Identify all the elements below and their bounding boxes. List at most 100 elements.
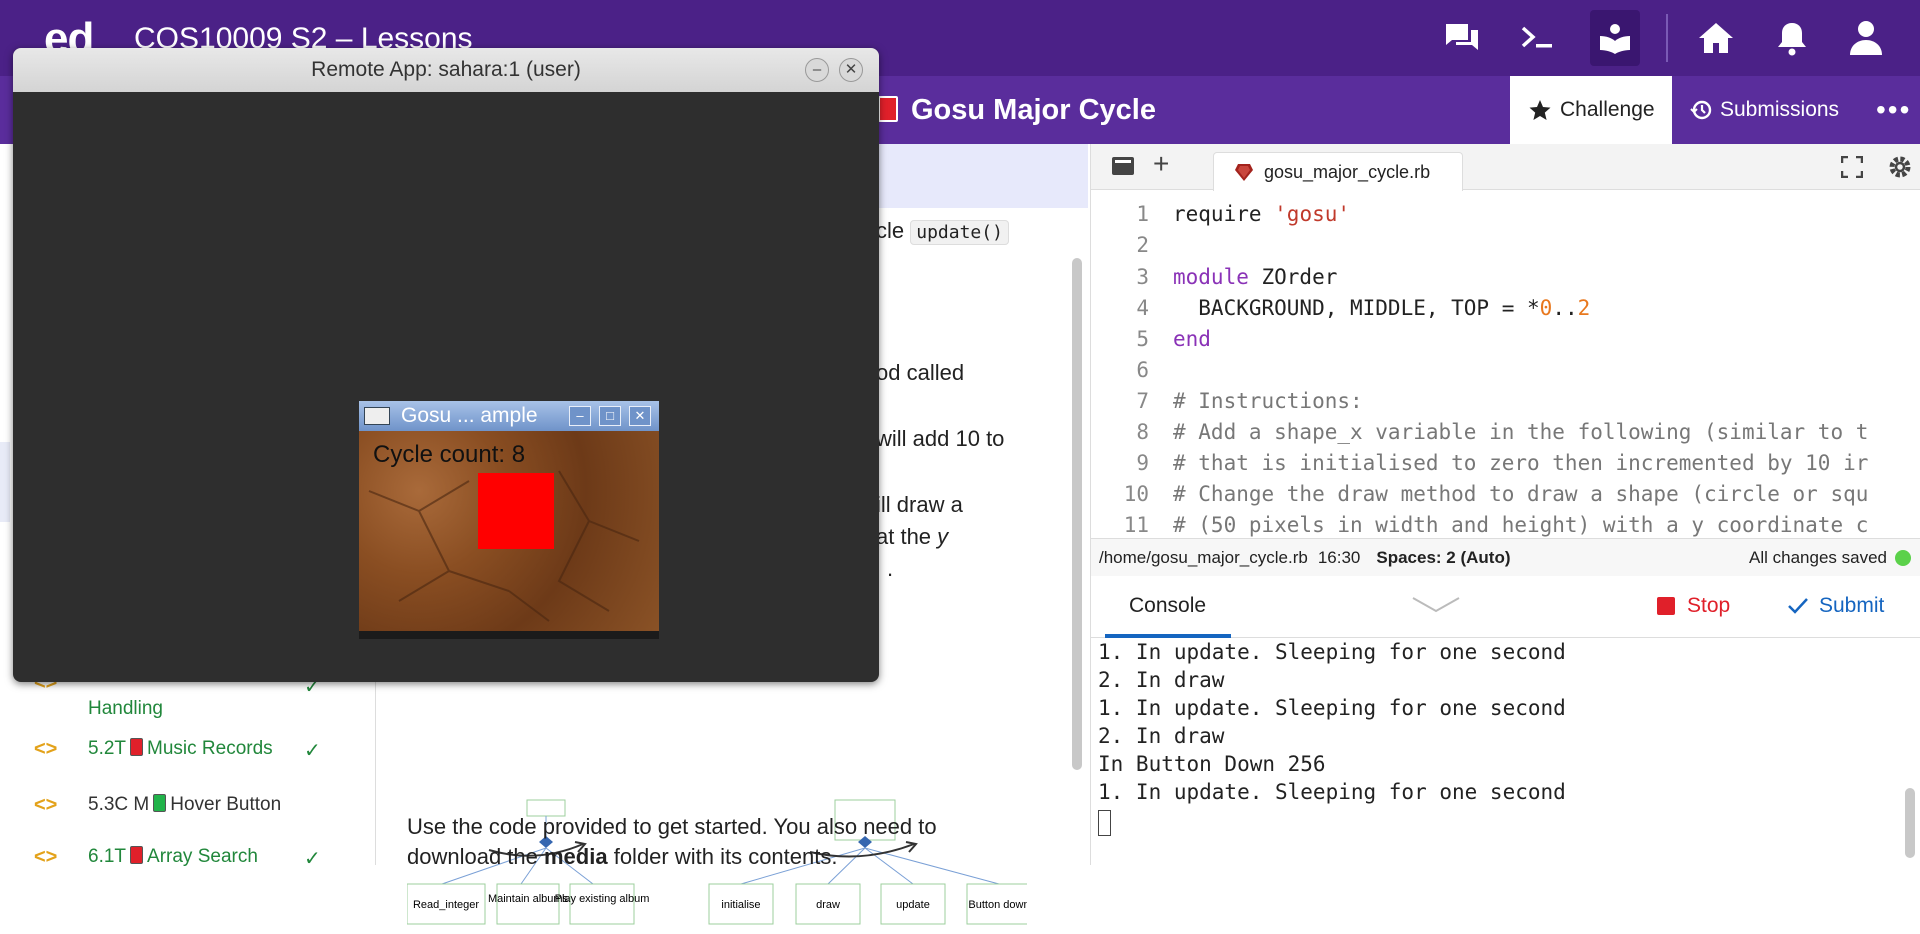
line-number: 5	[1136, 327, 1149, 351]
sidebar-item-array-search[interactable]: <> 6.1T Array Search ✓	[0, 846, 376, 876]
content-text-3: ill draw a	[876, 492, 963, 517]
check-icon: ✓	[304, 740, 321, 762]
sidebar-toggle-icon[interactable]	[1111, 156, 1135, 176]
console-scrollbar[interactable]	[1905, 788, 1915, 858]
line-number: 6	[1136, 358, 1149, 382]
home-icon[interactable]	[1694, 16, 1738, 60]
console-output[interactable]: 1. In update. Sleeping for one second 2.…	[1091, 638, 1920, 865]
sidebar-item-handling[interactable]: <> Handling ✓	[0, 672, 376, 734]
structure-diagram: Read_integer Maintain albums Play existi…	[407, 799, 1027, 925]
line-number: 4	[1136, 296, 1149, 320]
diagram-label: update	[896, 899, 930, 911]
bell-icon[interactable]	[1770, 16, 1814, 60]
red-square	[478, 473, 554, 549]
gear-icon[interactable]	[1887, 154, 1913, 180]
gosu-titlebar[interactable]: Gosu ... ample – □ ✕	[359, 401, 659, 431]
chevron-down-icon[interactable]	[1411, 596, 1461, 614]
diagram-label: Read_integer	[413, 899, 479, 911]
sidebar-highlight	[0, 442, 10, 522]
sidebar-item-text: 5.3C M Hover Button	[88, 794, 281, 816]
content-paragraph-1: Use the code provided to get started. Yo…	[407, 814, 937, 839]
content-text-4a: at the	[876, 524, 938, 549]
remote-app-title: Remote App: sahara:1 (user)	[311, 58, 581, 81]
console-line: 1. In update. Sleeping for one second	[1098, 640, 1566, 664]
media-folder-name: media	[544, 844, 608, 865]
editor-statusbar: /home/gosu_major_cycle.rb 16:30 Spaces: …	[1091, 538, 1920, 576]
close-button[interactable]: ✕	[629, 406, 651, 426]
editor-panel: + gosu_major_cycle.rb 1 require 'gosu' 2 …	[1090, 144, 1920, 865]
line-number: 1	[1136, 202, 1149, 226]
gosu-window: Gosu ... ample – □ ✕ Cycle count: 8	[359, 401, 659, 639]
file-tab-name: gosu_major_cycle.rb	[1264, 161, 1431, 182]
code-text: BACKGROUND, MIDDLE, TOP = *0..2	[1173, 296, 1591, 320]
submit-button[interactable]: Submit	[1787, 594, 1884, 618]
code-text: # Change the draw method to draw a shape…	[1173, 482, 1869, 506]
line-number: 9	[1136, 451, 1149, 475]
red-book-icon	[130, 846, 144, 864]
code-text: # that is initialised to zero then incre…	[1173, 451, 1869, 475]
submit-label: Submit	[1819, 594, 1885, 617]
content-text-4b: y	[937, 524, 949, 549]
tab-submissions-label: Submissions	[1720, 98, 1840, 121]
console-line: 2. In draw	[1098, 668, 1225, 692]
remote-app-titlebar[interactable]: Remote App: sahara:1 (user) – ✕	[13, 48, 879, 92]
line-number: 2	[1136, 233, 1149, 257]
more-options-button[interactable]: •••	[1876, 94, 1911, 126]
sidebar-item-hover-button[interactable]: <> 5.3C M Hover Button	[0, 794, 376, 830]
sidebar-item-label: Handling	[88, 698, 163, 719]
sidebar-item-label: Music Records	[147, 738, 273, 759]
terminal-icon[interactable]	[1516, 16, 1560, 60]
code-text: # Add a shape_x variable in the followin…	[1173, 420, 1869, 444]
stop-icon	[1657, 597, 1675, 615]
content-paragraph-2: download the media folder with its conte…	[407, 844, 837, 865]
sidebar-item-music-records[interactable]: <> 5.2T Music Records ✓	[0, 738, 376, 774]
diagram-label: Play existing album	[555, 893, 650, 905]
fullscreen-icon[interactable]	[1841, 156, 1863, 178]
tab-challenge[interactable]: Challenge	[1510, 76, 1672, 144]
editor-tabbar: + gosu_major_cycle.rb	[1091, 144, 1920, 191]
indent-setting[interactable]: Spaces: 2 (Auto)	[1376, 548, 1510, 568]
discussion-icon[interactable]	[1440, 16, 1484, 60]
content-scrollbar[interactable]	[1072, 258, 1082, 770]
close-button[interactable]: ✕	[839, 58, 863, 82]
sidebar-item-code: 5.2T	[88, 738, 127, 759]
content-text-cycle: cle update()	[876, 218, 1009, 245]
console-line: 1. In update. Sleeping for one second	[1098, 780, 1566, 804]
sidebar-item-text: 5.2T Music Records	[88, 738, 273, 760]
para2-text: download the	[407, 844, 544, 865]
gosu-window-title: Gosu ... ample	[401, 404, 538, 427]
cycle-count-label: Cycle count: 8	[373, 441, 526, 468]
lessons-icon[interactable]	[1590, 10, 1640, 66]
line-number: 3	[1136, 265, 1149, 289]
code-text: require 'gosu'	[1173, 202, 1351, 226]
maximize-button[interactable]: □	[599, 406, 621, 426]
window-icon	[364, 407, 390, 425]
sidebar-item-code: 5.3C M	[88, 794, 150, 815]
gosu-canvas[interactable]: Cycle count: 8	[359, 431, 659, 631]
checkmark-icon	[1788, 598, 1808, 614]
red-book-icon	[878, 96, 898, 122]
code-editor[interactable]: 1 require 'gosu' 2 3 module ZOrder 4 BACKG…	[1091, 192, 1920, 586]
code-text: # (50 pixels in width and height) with a…	[1173, 513, 1869, 537]
code-text: # Instructions:	[1173, 389, 1363, 413]
saved-indicator-dot	[1895, 549, 1911, 566]
user-icon[interactable]	[1844, 16, 1888, 60]
star-icon	[1529, 100, 1551, 120]
diagram-label: Button down	[968, 899, 1027, 911]
cursor-position: 16:30	[1317, 547, 1361, 567]
new-file-plus-icon[interactable]: +	[1153, 148, 1169, 180]
console-cursor	[1098, 810, 1111, 836]
console-line: In Button Down 256	[1098, 752, 1326, 776]
minimize-button[interactable]: –	[569, 406, 591, 426]
file-tab[interactable]: gosu_major_cycle.rb	[1213, 152, 1463, 191]
red-book-icon	[130, 738, 144, 756]
content-text-5: .	[887, 556, 894, 581]
console-tab[interactable]: Console	[1129, 594, 1206, 618]
sidebar-item-label: Hover Button	[170, 794, 282, 815]
stop-button[interactable]: Stop	[1657, 594, 1730, 618]
line-number: 8	[1136, 420, 1149, 444]
minimize-button[interactable]: –	[805, 58, 829, 82]
line-number: 10	[1123, 482, 1149, 506]
content-text-1: od called	[876, 360, 965, 385]
tab-submissions[interactable]: Submissions	[1690, 76, 1839, 144]
